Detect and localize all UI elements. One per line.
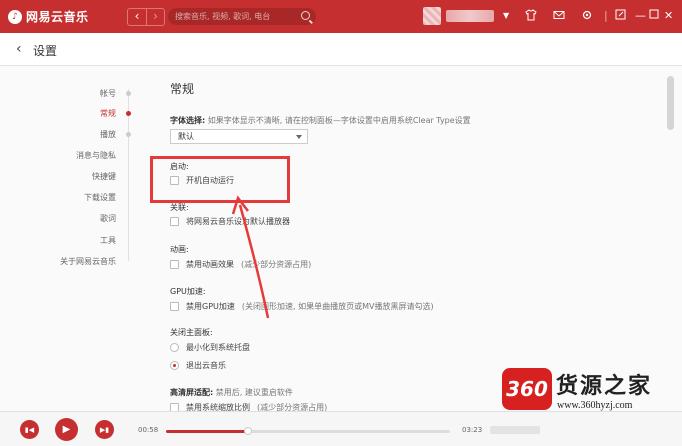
sidebar-marker-dot bbox=[126, 111, 131, 116]
title-bar: ♪ 网易云音乐 ‹ › ▼ | — ✕ bbox=[0, 0, 682, 33]
disable-animation-option[interactable]: 禁用动画效果 (减少部分资源占用) bbox=[170, 259, 311, 270]
default-player-option[interactable]: 将网易云音乐设为默认播放器 bbox=[170, 216, 290, 227]
search-input[interactable] bbox=[175, 12, 295, 21]
progress-knob[interactable] bbox=[244, 427, 253, 435]
minimize-to-tray-option[interactable]: 最小化到系统托盘 bbox=[170, 342, 250, 353]
exit-app-label: 退出云音乐 bbox=[186, 361, 226, 370]
history-nav: ‹ › bbox=[127, 8, 165, 26]
back-icon[interactable]: ‹ bbox=[128, 9, 146, 25]
minimize-to-tray-radio[interactable] bbox=[170, 343, 179, 352]
disable-animation-label: 禁用动画效果 bbox=[186, 260, 234, 269]
back-arrow-icon[interactable]: ‹ bbox=[16, 41, 22, 57]
watermark-url: www.360hyzj.com bbox=[557, 400, 633, 411]
sidebar-marker-dot bbox=[126, 132, 131, 137]
annotation-highlight-box bbox=[150, 156, 290, 203]
sidebar-item[interactable]: 歌词 bbox=[100, 213, 116, 224]
default-player-label: 将网易云音乐设为默认播放器 bbox=[186, 217, 290, 226]
player-controls-obscured bbox=[490, 426, 540, 434]
sidebar-marker-dot bbox=[126, 91, 131, 96]
progress-fill bbox=[166, 430, 249, 433]
sidebar-item[interactable]: 消息与隐私 bbox=[76, 150, 116, 161]
disable-gpu-note: (关闭图形加速, 如果单曲播放页或MV播放黑屏请勾选) bbox=[241, 302, 434, 311]
font-label: 字体选择: 如果字体显示不清晰, 请在控制面板—字体设置中启用系统Clear T… bbox=[170, 115, 471, 126]
sidebar-item[interactable]: 快捷键 bbox=[92, 171, 116, 182]
disable-animation-checkbox[interactable] bbox=[170, 260, 179, 269]
animation-label: 动画: bbox=[170, 245, 189, 254]
gpu-label: GPU加速: bbox=[170, 287, 206, 296]
sidebar-item[interactable]: 常规 bbox=[100, 108, 116, 119]
app-logo[interactable]: ♪ 网易云音乐 bbox=[8, 8, 89, 25]
search-box[interactable] bbox=[168, 8, 316, 25]
hidpi-label: 高清屏适配: 禁用后, 建议重启软件 bbox=[170, 387, 293, 398]
dropdown-arrow-icon[interactable]: ▼ bbox=[503, 9, 509, 23]
disable-animation-note: (减少部分资源占用) bbox=[241, 260, 312, 269]
settings-header: ‹ 设置 bbox=[0, 33, 682, 66]
watermark-title: 货源之家 bbox=[556, 374, 653, 399]
content-scrollbar[interactable] bbox=[667, 72, 674, 405]
disable-gpu-checkbox[interactable] bbox=[170, 302, 179, 311]
total-time: 03:23 bbox=[462, 426, 483, 434]
page-title: 设置 bbox=[33, 44, 58, 58]
current-time: 00:58 bbox=[138, 426, 159, 434]
font-select-value: 默认 bbox=[178, 132, 194, 141]
sidebar-item[interactable]: 下载设置 bbox=[84, 192, 116, 203]
netease-logo-icon: ♪ bbox=[8, 9, 22, 24]
disable-gpu-option[interactable]: 禁用GPU加速 (关闭图形加速, 如果单曲播放页或MV播放黑屏请勾选) bbox=[170, 301, 434, 312]
shirt-icon[interactable] bbox=[525, 9, 537, 25]
username-blurred[interactable] bbox=[446, 10, 494, 22]
forward-icon[interactable]: › bbox=[146, 9, 164, 25]
sidebar-item[interactable]: 播放 bbox=[100, 129, 116, 140]
sidebar-item[interactable]: 关于网易云音乐 bbox=[60, 256, 116, 267]
minimize-icon[interactable]: — bbox=[635, 9, 646, 23]
minimize-to-tray-label: 最小化到系统托盘 bbox=[186, 343, 250, 352]
search-icon[interactable] bbox=[301, 11, 310, 20]
close-panel-label: 关闭主面板: bbox=[170, 328, 213, 337]
scrollbar-thumb[interactable] bbox=[667, 76, 674, 130]
next-track-icon[interactable]: ▶▮ bbox=[95, 420, 114, 439]
default-player-checkbox[interactable] bbox=[170, 217, 179, 226]
gear-icon[interactable] bbox=[581, 9, 593, 25]
avatar[interactable] bbox=[423, 7, 441, 25]
mail-icon[interactable] bbox=[553, 9, 565, 25]
assoc-label: 关联: bbox=[170, 203, 189, 212]
divider: | bbox=[604, 9, 608, 22]
hidpi-label-text: 高清屏适配: bbox=[170, 388, 214, 397]
exit-app-option[interactable]: 退出云音乐 bbox=[170, 360, 226, 371]
watermark: 360 货源之家 www.360hyzj.com bbox=[502, 368, 682, 418]
app-name: 网易云音乐 bbox=[26, 10, 89, 24]
close-icon[interactable]: ✕ bbox=[664, 9, 673, 23]
exit-app-radio[interactable] bbox=[170, 361, 179, 370]
maximize-icon[interactable] bbox=[649, 9, 659, 23]
disable-gpu-label: 禁用GPU加速 bbox=[186, 302, 235, 311]
progress-bar[interactable] bbox=[166, 427, 450, 435]
sidebar-item[interactable]: 帐号 bbox=[100, 88, 116, 99]
play-icon[interactable]: ▶ bbox=[55, 418, 78, 441]
hidpi-hint: 禁用后, 建议重启软件 bbox=[215, 388, 293, 397]
font-select[interactable]: 默认 bbox=[170, 129, 308, 144]
chevron-down-icon bbox=[296, 135, 302, 139]
previous-track-icon[interactable]: ▮◀ bbox=[20, 420, 39, 439]
mini-mode-icon[interactable] bbox=[615, 9, 626, 24]
font-label-text: 字体选择: bbox=[170, 116, 206, 125]
watermark-badge: 360 bbox=[502, 368, 552, 410]
section-title: 常规 bbox=[170, 82, 195, 96]
font-hint: 如果字体显示不清晰, 请在控制面板—字体设置中启用系统Clear Type设置 bbox=[207, 116, 471, 125]
sidebar-item[interactable]: 工具 bbox=[100, 235, 116, 246]
